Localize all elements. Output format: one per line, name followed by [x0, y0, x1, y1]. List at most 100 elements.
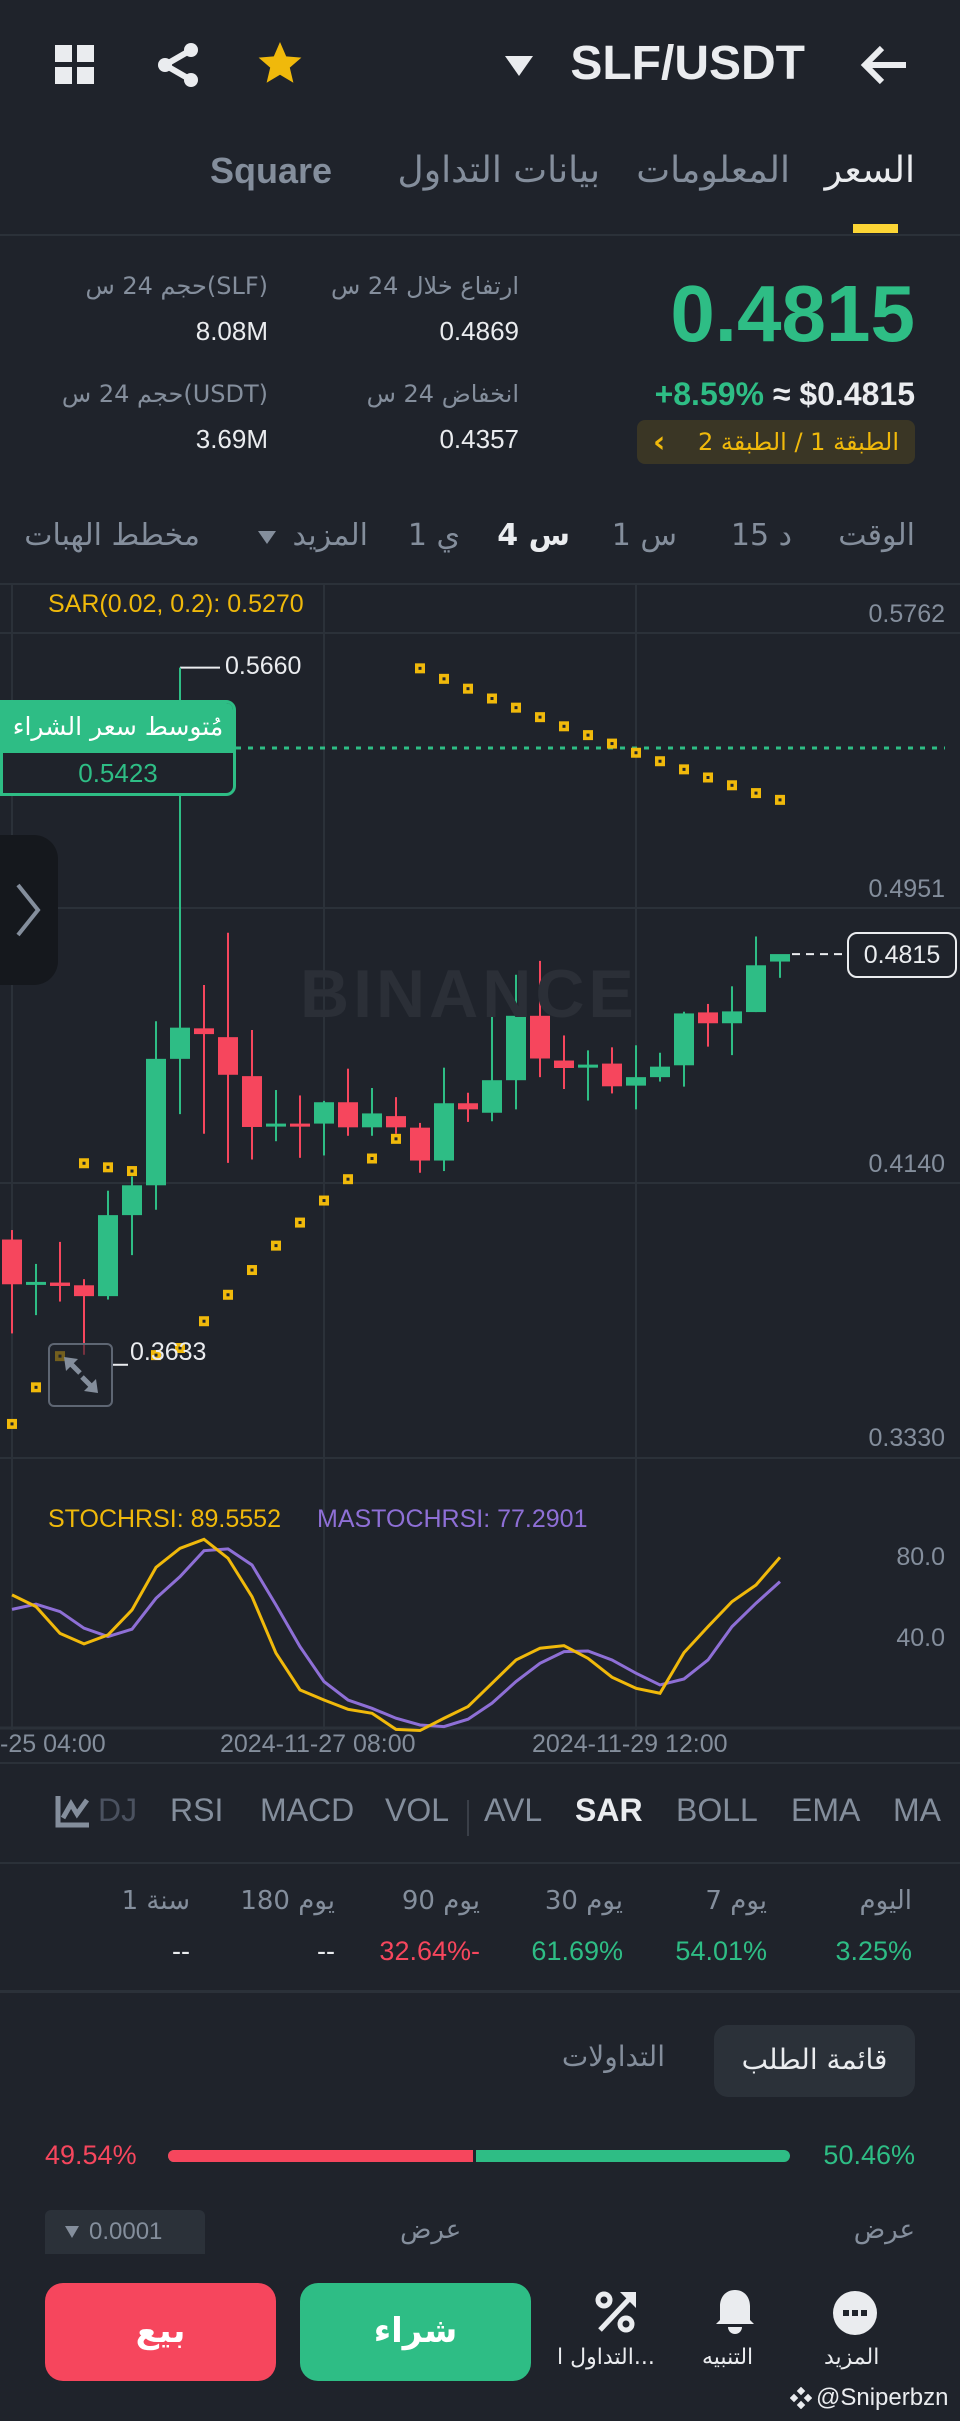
last-price-tag: 0.4815: [847, 932, 957, 978]
margin-trade-icon[interactable]: [594, 2290, 638, 2338]
sar-dot-center: [202, 1319, 206, 1323]
interval-more[interactable]: المزيد: [293, 518, 368, 553]
tab-trades[interactable]: التداولات: [562, 2040, 665, 2073]
low-24h-label: انخفاض 24 س: [366, 380, 519, 408]
share-icon[interactable]: [155, 42, 201, 92]
margin-trade-label[interactable]: التداول ا...: [557, 2345, 655, 2370]
sar-legend: SAR(0.02, 0.2): 0.5270: [48, 590, 304, 618]
chart-type-menu[interactable]: مخطط الهبات: [24, 518, 200, 553]
indicator-sar[interactable]: SAR: [575, 1792, 643, 1829]
low-24h-value: 0.4357: [439, 424, 519, 454]
candle-body: [746, 965, 766, 1013]
expand-icon: [64, 1357, 98, 1393]
indicator-dj[interactable]: DJ: [98, 1792, 137, 1829]
precision-select[interactable]: 0.0001: [45, 2210, 205, 2254]
indicator-boll[interactable]: BOLL: [676, 1792, 758, 1829]
candle-body: [434, 1103, 454, 1161]
tab-active-indicator: [853, 224, 898, 233]
divider: [0, 234, 960, 236]
perf-label: 7 يوم: [705, 1886, 767, 1916]
bell-icon[interactable]: [714, 2288, 756, 2340]
star-icon[interactable]: [256, 40, 304, 92]
perf-value: 61.69%: [531, 1936, 623, 1966]
indicator-settings-icon[interactable]: [55, 1796, 90, 1832]
more-label[interactable]: المزيد: [824, 2345, 879, 2370]
candle-body: [578, 1064, 598, 1068]
alert-label[interactable]: التنبيه: [702, 2345, 753, 2370]
tab-square[interactable]: Square: [210, 150, 332, 192]
sar-dot-center: [298, 1221, 302, 1225]
mastochrsi-line: [11, 1547, 782, 1729]
tab-info[interactable]: المعلومات: [636, 150, 790, 191]
bid-ask-ratio-bar: [168, 2150, 790, 2162]
indicator-ema[interactable]: EMA: [791, 1792, 860, 1829]
indicator-vol[interactable]: VOL: [385, 1792, 449, 1829]
interval-1d[interactable]: 1 ي: [408, 518, 460, 553]
tab-order-book[interactable]: قائمة الطلب: [714, 2025, 915, 2097]
interval-4h[interactable]: 4 س: [497, 518, 570, 553]
perf-value: 3.25%: [835, 1936, 912, 1966]
indicator-ma[interactable]: MA: [893, 1792, 941, 1829]
sar-dot-center: [730, 783, 734, 787]
tab-trading-data[interactable]: بيانات التداول: [398, 150, 600, 191]
sar-dot-center: [514, 706, 518, 710]
candle-body: [170, 1027, 190, 1059]
avg-buy-price-value: 0.5423: [78, 758, 158, 788]
stoch-axis-label: 40.0: [896, 1624, 945, 1652]
pair-title[interactable]: SLF/USDT: [570, 36, 805, 91]
indicator-avl[interactable]: AVL: [484, 1792, 542, 1829]
expand-chart-button[interactable]: [48, 1343, 113, 1407]
more-icon[interactable]: [832, 2290, 878, 2340]
sar-dot-center: [658, 759, 662, 763]
bid-column-header: عرض: [853, 2215, 915, 2245]
interval-1h[interactable]: 1 س: [612, 518, 677, 553]
candle-body: [122, 1185, 142, 1216]
usd-price: ≈ $0.4815: [772, 376, 915, 412]
indicator-rsi[interactable]: RSI: [170, 1792, 223, 1829]
indicator-macd[interactable]: MACD: [260, 1792, 354, 1829]
candle-body: [26, 1281, 46, 1285]
sar-dot-center: [754, 791, 758, 795]
divider: [0, 1762, 960, 1764]
sar-dot-center: [538, 715, 542, 719]
side-panel-toggle[interactable]: [0, 835, 58, 985]
high-24h-label: ارتفاع خلال 24 س: [330, 272, 519, 300]
buy-button[interactable]: شراء: [300, 2283, 531, 2381]
sar-dot-center: [34, 1385, 38, 1389]
candle-body: [338, 1102, 358, 1128]
tier-label: الطبقة 1 / الطبقة 2: [698, 428, 899, 456]
candle-body: [362, 1113, 382, 1128]
sar-dot-center: [586, 733, 590, 737]
perf-value: 32.64%-: [379, 1936, 480, 1966]
sar-dot-center: [466, 687, 470, 691]
chevron-left-icon: ‹: [653, 424, 666, 460]
ask-percent: 49.54%: [45, 2140, 137, 2170]
sar-dot-center: [634, 751, 638, 755]
sar-dot-center: [274, 1244, 278, 1248]
sar-dot-center: [418, 666, 422, 670]
candle-body: [554, 1060, 574, 1068]
candle-body: [386, 1116, 406, 1128]
binance-logo-icon: [790, 2387, 812, 2409]
avg-buy-price-label: مُتوسط سعر الشراء: [3, 703, 233, 753]
candle-body: [242, 1076, 262, 1127]
interval-15m[interactable]: 15 د: [731, 518, 792, 553]
tier-badge[interactable]: ‹ الطبقة 1 / الطبقة 2: [637, 420, 915, 464]
back-arrow-icon[interactable]: [860, 45, 908, 89]
candle-body: [74, 1285, 94, 1297]
sell-button[interactable]: بيع: [45, 2283, 276, 2381]
vol-base-value: 8.08M: [195, 316, 268, 346]
date-label: 2024-11-29 12:00: [532, 1730, 728, 1758]
sar-dot-center: [442, 677, 446, 681]
perf-value: --: [317, 1936, 335, 1966]
watermark-text: @Sniperbzn: [816, 2384, 949, 2411]
high-24h-value: 0.4869: [439, 316, 519, 346]
grid-icon[interactable]: [55, 45, 95, 85]
low-marker-label: 0.3633: [130, 1338, 207, 1366]
sar-dot-center: [682, 767, 686, 771]
tab-price[interactable]: السعر: [825, 150, 915, 191]
avg-buy-price-box[interactable]: مُتوسط سعر الشراء 0.5423: [0, 700, 236, 796]
indicator-separator: [467, 1800, 469, 1836]
sar-dot-center: [778, 798, 782, 802]
dropdown-icon[interactable]: [505, 56, 533, 82]
